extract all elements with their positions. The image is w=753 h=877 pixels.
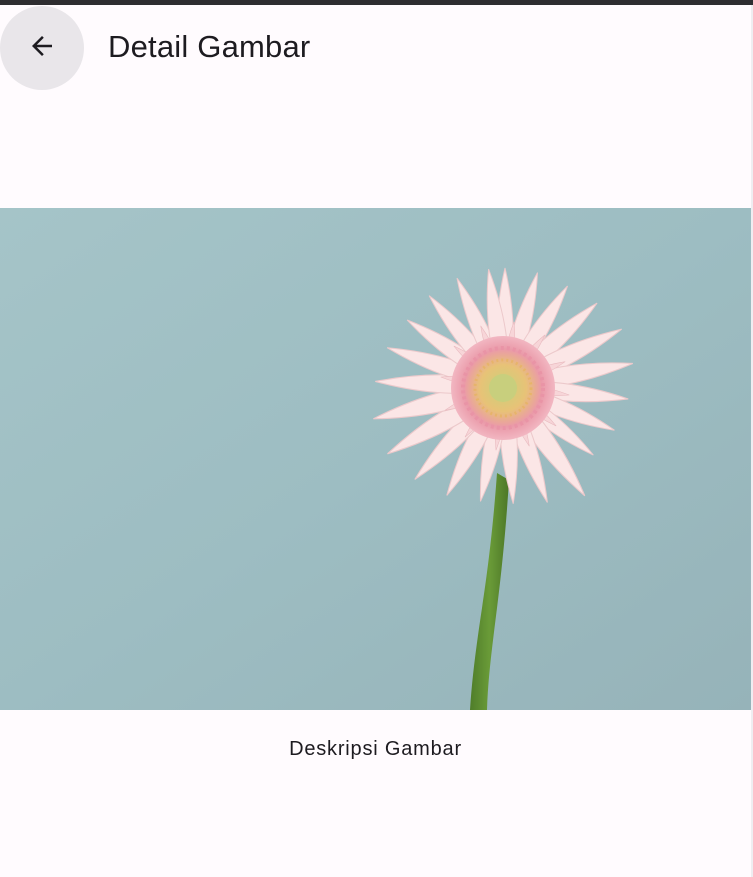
page-title: Detail Gambar bbox=[108, 29, 311, 64]
image-description: Deskripsi Gambar bbox=[289, 738, 462, 760]
flower-image bbox=[0, 208, 751, 710]
arrow-back-icon bbox=[27, 31, 57, 66]
app-bar: Detail Gambar bbox=[0, 5, 751, 90]
back-button[interactable] bbox=[0, 6, 84, 90]
